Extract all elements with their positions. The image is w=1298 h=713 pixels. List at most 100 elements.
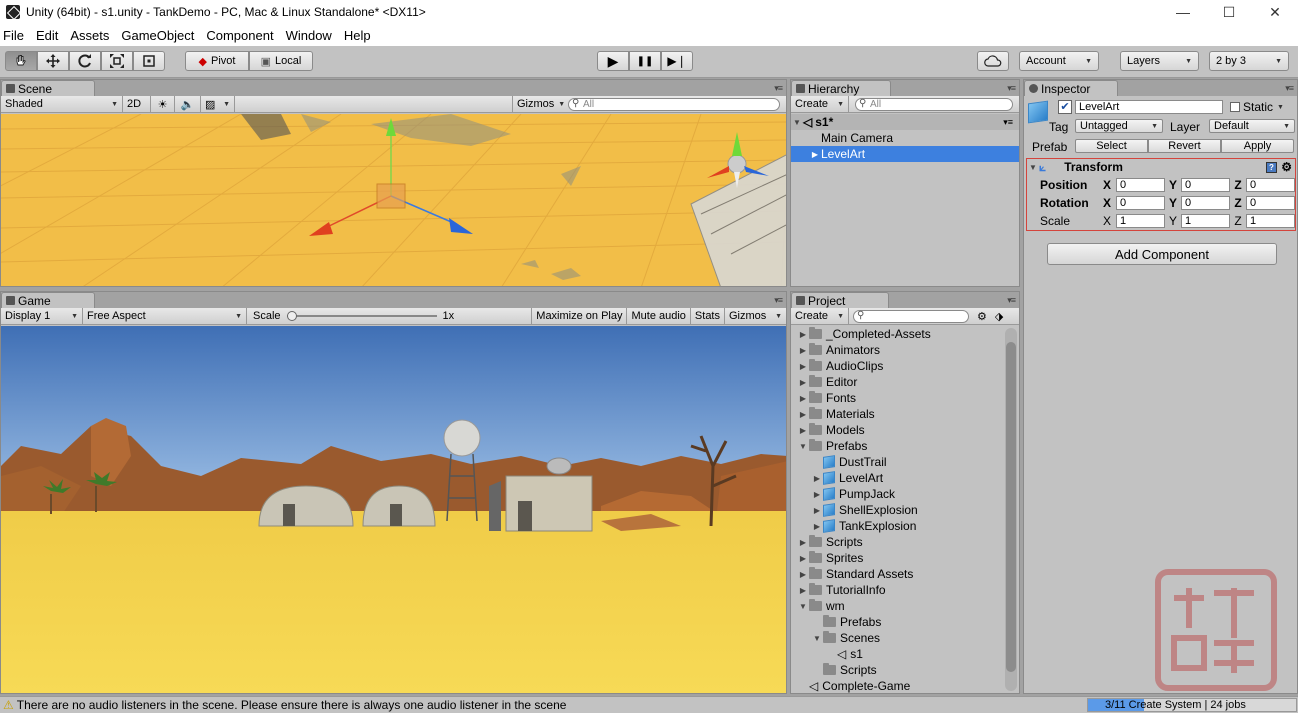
menu-edit[interactable]: Edit	[36, 28, 65, 43]
stats-toggle[interactable]: Stats	[689, 307, 724, 325]
hierarchy-search-input[interactable]: All	[855, 97, 1013, 111]
project-item[interactable]: ◁ Complete-Game	[797, 678, 910, 693]
position-z-field[interactable]: 0	[1246, 178, 1295, 192]
rotation-x-field[interactable]: 0	[1116, 196, 1165, 210]
project-create-dropdown[interactable]: Create ▼	[791, 307, 849, 325]
collapsed-arrow-icon[interactable]: ▶	[797, 586, 809, 595]
collapsed-arrow-icon[interactable]: ▶	[811, 522, 823, 531]
layer-dropdown[interactable]: Default ▼	[1209, 119, 1295, 133]
project-scrollbar[interactable]	[1005, 328, 1017, 691]
mute-audio-toggle[interactable]: Mute audio	[626, 307, 689, 325]
panel-menu-icon[interactable]: ▾≡	[1007, 295, 1016, 306]
collapsed-arrow-icon[interactable]: ▶	[797, 346, 809, 355]
2d-toggle[interactable]: 2D	[123, 95, 151, 113]
game-gizmos-dropdown[interactable]: Gizmos ▼	[724, 307, 786, 325]
hand-tool-button[interactable]	[5, 51, 37, 71]
display-dropdown[interactable]: Display 1 ▼	[1, 307, 83, 325]
rect-tool-button[interactable]	[133, 51, 165, 71]
minimize-button[interactable]: —	[1160, 0, 1206, 24]
collapsed-arrow-icon[interactable]: ▶	[797, 570, 809, 579]
layout-dropdown[interactable]: 2 by 3 ▼	[1209, 51, 1289, 71]
project-item[interactable]: Prefabs	[811, 614, 881, 630]
collab-cloud-button[interactable]	[977, 51, 1009, 71]
expanded-arrow-icon[interactable]: ▼	[797, 442, 809, 451]
scale-tool-button[interactable]	[101, 51, 133, 71]
scene-root-row[interactable]: ▼ ◁ s1* ▾≡	[791, 114, 1019, 130]
project-item[interactable]: ◁ s1	[825, 646, 863, 662]
effects-dropdown[interactable]: ▨ ▼	[201, 95, 235, 113]
menu-component[interactable]: Component	[206, 28, 280, 43]
scale-z-field[interactable]: 1	[1246, 214, 1295, 228]
static-toggle[interactable]: Static ▼	[1230, 100, 1284, 114]
step-button[interactable]: ▶❘	[661, 51, 693, 71]
collapsed-arrow-icon[interactable]: ▶	[811, 506, 823, 515]
tab-project[interactable]: Project	[791, 292, 889, 308]
collapsed-arrow-icon[interactable]: ▶	[797, 362, 809, 371]
audio-toggle[interactable]: 🔈	[175, 95, 201, 113]
panel-menu-icon[interactable]: ▾≡	[774, 83, 783, 94]
expanded-arrow-icon[interactable]: ▼	[797, 602, 809, 611]
expanded-arrow-icon[interactable]: ▼	[811, 634, 823, 643]
collapsed-arrow-icon[interactable]: ▶	[797, 538, 809, 547]
project-item[interactable]: ▶ TankExplosion	[811, 518, 916, 534]
project-item[interactable]: ▶ Fonts	[797, 390, 856, 406]
project-item[interactable]: ▼ Prefabs	[797, 438, 867, 454]
tab-game[interactable]: Game	[1, 292, 95, 308]
collapsed-arrow-icon[interactable]: ▶	[797, 554, 809, 563]
lighting-toggle[interactable]: ☀	[151, 95, 175, 113]
slider-thumb[interactable]	[286, 311, 297, 321]
close-button[interactable]: ✕	[1252, 0, 1298, 24]
menu-help[interactable]: Help	[344, 28, 378, 43]
maximize-button[interactable]: ☐	[1206, 0, 1252, 24]
menu-assets[interactable]: Assets	[70, 28, 116, 43]
scene-menu-icon[interactable]: ▾≡	[1003, 117, 1013, 128]
scene-search-input[interactable]: All	[568, 97, 780, 111]
menu-file[interactable]: File	[3, 28, 31, 43]
collapse-arrow-icon[interactable]: ▼	[1027, 163, 1039, 172]
menu-gameobject[interactable]: GameObject	[121, 28, 201, 43]
project-item[interactable]: ▶ ShellExplosion	[811, 502, 918, 518]
scale-y-field[interactable]: 1	[1181, 214, 1230, 228]
maximize-on-play-toggle[interactable]: Maximize on Play	[531, 307, 626, 325]
tag-dropdown[interactable]: Untagged ▼	[1075, 119, 1163, 133]
project-item[interactable]: ▶ Animators	[797, 342, 880, 358]
collapsed-arrow-icon[interactable]: ▶	[797, 394, 809, 403]
collapsed-arrow-icon[interactable]: ▶	[797, 378, 809, 387]
project-item[interactable]: ▶ Sprites	[797, 550, 863, 566]
tab-scene[interactable]: Scene	[1, 80, 95, 96]
object-name-field[interactable]: LevelArt	[1075, 100, 1223, 114]
collapsed-arrow-icon[interactable]: ▶	[797, 426, 809, 435]
layers-dropdown[interactable]: Layers ▼	[1120, 51, 1199, 71]
play-button[interactable]: ▶	[597, 51, 629, 71]
panel-menu-icon[interactable]: ▾≡	[774, 295, 783, 306]
project-item[interactable]: Scripts	[811, 662, 877, 678]
static-checkbox[interactable]	[1230, 102, 1240, 112]
position-y-field[interactable]: 0	[1181, 178, 1230, 192]
project-item[interactable]: ▶ Editor	[797, 374, 857, 390]
transform-header[interactable]: ▼ ⟀ Transform ? ⚙	[1027, 159, 1295, 175]
panel-menu-icon[interactable]: ▾≡	[1007, 83, 1016, 94]
filter-label-icon[interactable]: ⬗	[995, 310, 1003, 323]
panel-menu-icon[interactable]: ▾≡	[1285, 83, 1294, 94]
hierarchy-item-main-camera[interactable]: Main Camera	[791, 130, 1019, 146]
project-item[interactable]: ▶ Standard Assets	[797, 566, 913, 582]
shading-dropdown[interactable]: Shaded ▼	[1, 95, 123, 113]
scene-viewport[interactable]	[1, 114, 786, 286]
rotation-z-field[interactable]: 0	[1246, 196, 1295, 210]
project-item[interactable]: ▶ Models	[797, 422, 865, 438]
project-item[interactable]: ▼ Scenes	[811, 630, 880, 646]
prefab-select-button[interactable]: Select	[1075, 139, 1148, 153]
pivot-toggle[interactable]: ◆ Pivot	[185, 51, 249, 71]
scene-gizmos-dropdown[interactable]: Gizmos ▼	[512, 95, 565, 113]
hierarchy-create-dropdown[interactable]: Create ▼	[791, 95, 849, 113]
rotate-tool-button[interactable]	[69, 51, 101, 71]
expand-arrow-icon[interactable]: ▶	[809, 150, 821, 159]
tab-inspector[interactable]: Inspector	[1024, 80, 1118, 96]
project-item[interactable]: ▶ Scripts	[797, 534, 863, 550]
pause-button[interactable]: ❚❚	[629, 51, 661, 71]
rotation-y-field[interactable]: 0	[1181, 196, 1230, 210]
position-x-field[interactable]: 0	[1116, 178, 1165, 192]
project-item[interactable]: ▶ AudioClips	[797, 358, 883, 374]
collapsed-arrow-icon[interactable]: ▶	[797, 330, 809, 339]
move-tool-button[interactable]	[37, 51, 69, 71]
